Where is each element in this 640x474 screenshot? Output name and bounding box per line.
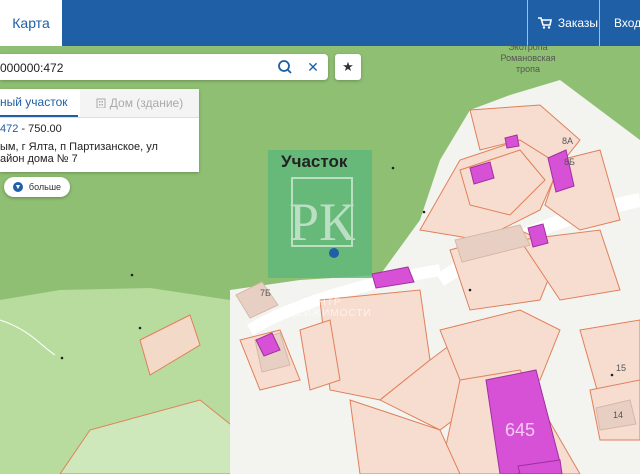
plot-summary: 472 - 750.00 xyxy=(0,123,62,135)
login-button[interactable]: Вход xyxy=(599,0,640,46)
top-bar: Карта Заказы Вход xyxy=(0,0,640,46)
plot-area: - 750.00 xyxy=(18,123,62,135)
orders-button[interactable]: Заказы xyxy=(526,0,598,46)
tab-map-label: Карта xyxy=(12,15,50,31)
tab-map[interactable]: Карта xyxy=(0,0,62,46)
building-label: 7Б xyxy=(260,288,271,298)
cart-icon xyxy=(537,17,552,29)
watermark-letters: РК xyxy=(289,192,356,252)
plot-label: Участок xyxy=(281,152,348,171)
search-bar: ✕ xyxy=(0,54,328,82)
info-panel-tabs: ный участок Дом (здание) xyxy=(0,89,199,118)
more-label: больше xyxy=(28,182,62,192)
login-label: Вход xyxy=(614,16,640,30)
ad-watermark-fragment: 645 xyxy=(505,420,536,440)
trail-label: Экотропа Романовская тропа xyxy=(500,42,556,74)
favorite-button[interactable]: ★ xyxy=(335,54,361,80)
address-line-2: айон дома № 7 xyxy=(0,153,78,165)
address-line-1: ым, г Ялта, п Партизанское, ул xyxy=(0,141,158,153)
watermark-text: ЦЕНТР НЕДВИЖИМОСТИ xyxy=(272,297,372,319)
building-label: 8Б xyxy=(564,157,575,167)
search-input[interactable] xyxy=(0,54,262,82)
clear-icon[interactable]: ✕ xyxy=(304,58,322,76)
building-label: 14 xyxy=(613,410,624,420)
building-label: 15 xyxy=(616,363,627,373)
tab-building-label: Дом (здание) xyxy=(109,96,184,110)
chevron-down-icon: ▼ xyxy=(12,182,23,192)
building-icon xyxy=(96,98,106,108)
more-button[interactable]: ▼ больше xyxy=(4,177,70,197)
search-icon[interactable] xyxy=(276,58,294,76)
star-icon: ★ xyxy=(342,59,354,74)
orders-label: Заказы xyxy=(557,16,598,30)
building-label: 8А xyxy=(562,136,574,146)
info-panel: ный участок Дом (здание) 472 - 750.00 ым… xyxy=(0,89,199,172)
cadastral-link[interactable]: 472 xyxy=(0,123,18,135)
tab-building[interactable]: Дом (здание) xyxy=(80,89,199,117)
tab-land-plot[interactable]: ный участок xyxy=(0,89,78,117)
tab-land-plot-label: ный участок xyxy=(0,95,68,109)
